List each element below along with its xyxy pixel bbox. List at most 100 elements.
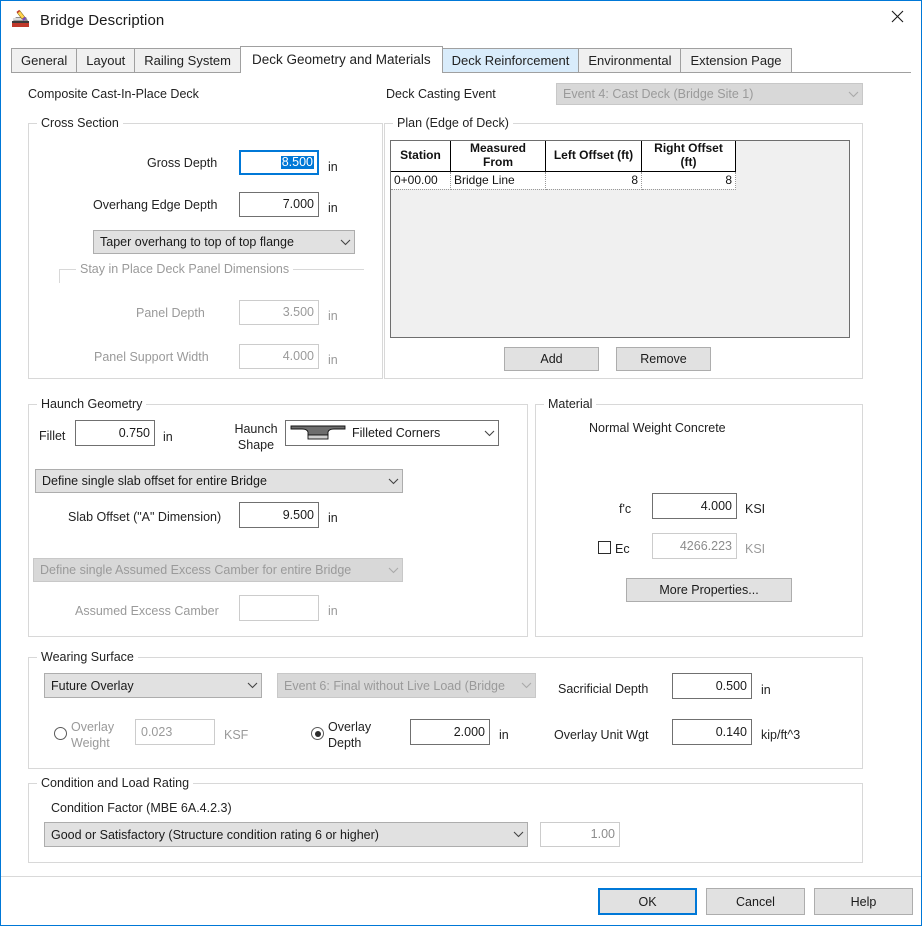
haunch-geometry-title: Haunch Geometry (37, 397, 147, 411)
sacrificial-depth-label: Sacrificial Depth (558, 682, 649, 696)
overlay-weight-radio[interactable] (54, 727, 67, 740)
tab-layout[interactable]: Layout (76, 48, 136, 72)
deck-type-label: Composite Cast-In-Place Deck (28, 87, 199, 101)
overlay-depth-input[interactable]: 2.000 (410, 719, 490, 745)
column-header-measured-from: Measured From (450, 141, 546, 172)
chevron-down-icon (844, 91, 862, 98)
cell-measured-from[interactable]: Bridge Line (450, 171, 546, 190)
fillet-input[interactable]: 0.750 (75, 420, 155, 446)
panel-depth-unit: in (328, 309, 338, 323)
overlay-weight-label-line2: Weight (71, 736, 110, 750)
taper-overhang-value: Taper overhang to top of top flange (100, 235, 294, 249)
remove-button[interactable]: Remove (616, 347, 711, 371)
cell-station[interactable]: 0+00.00 (391, 171, 451, 190)
condition-factor-label: Condition Factor (MBE 6A.4.2.3) (51, 801, 232, 815)
plan-table[interactable]: Station Measured From Left Offset (ft) R… (390, 140, 850, 338)
ec-checkbox[interactable] (598, 541, 611, 554)
remove-button-label: Remove (640, 352, 687, 366)
cell-left-offset[interactable]: 8 (545, 171, 642, 190)
overlay-unit-wgt-input[interactable]: 0.140 (672, 719, 752, 745)
add-button-label: Add (540, 352, 563, 366)
wearing-surface-title: Wearing Surface (37, 650, 138, 664)
panel-depth-value: 3.500 (282, 305, 314, 320)
cancel-button-label: Cancel (736, 894, 775, 909)
overlay-depth-label-line2: Depth (328, 736, 362, 750)
overlay-weight-label-line1: Overlay (71, 720, 115, 734)
fillet-unit: in (163, 430, 173, 444)
overlay-depth-label-line1: Overlay (328, 720, 372, 734)
overhang-edge-depth-value: 7.000 (282, 197, 314, 212)
overlay-unit-wgt-label: Overlay Unit Wgt (554, 728, 649, 742)
overlay-weight-value: 0.023 (141, 724, 173, 739)
deck-casting-event-select[interactable]: Event 4: Cast Deck (Bridge Site 1) (556, 83, 863, 105)
gross-depth-value: 8.500 (280, 155, 314, 170)
taper-overhang-select[interactable]: Taper overhang to top of top flange (93, 230, 355, 254)
help-button[interactable]: Help (814, 888, 913, 915)
condition-factor-select[interactable]: Good or Satisfactory (Structure conditio… (44, 822, 528, 847)
tab-deck-geometry-and-materials[interactable]: Deck Geometry and Materials (240, 46, 443, 73)
assumed-excess-camber-label: Assumed Excess Camber (75, 604, 219, 618)
tab-extension-page[interactable]: Extension Page (680, 48, 792, 72)
ec-value: 4266.223 (679, 538, 732, 553)
camber-mode-select: Define single Assumed Excess Camber for … (33, 558, 403, 582)
wearing-surface-type-value: Future Overlay (51, 678, 134, 693)
overlay-weight-unit: KSF (224, 728, 249, 742)
haunch-shape-value: Filleted Corners (352, 426, 441, 440)
deck-casting-event-value: Event 4: Cast Deck (Bridge Site 1) (563, 87, 754, 101)
chevron-down-icon (243, 682, 261, 689)
condition-factor-number-input: 1.00 (540, 822, 620, 847)
sacrificial-depth-input[interactable]: 0.500 (672, 673, 752, 699)
tab-deck-reinforcement[interactable]: Deck Reinforcement (441, 48, 580, 72)
more-properties-label: More Properties... (659, 583, 759, 597)
haunch-shape-select[interactable]: Filleted Corners (285, 420, 499, 446)
haunch-shape-label-line2: Shape (237, 438, 275, 452)
wearing-surface-event-select: Event 6: Final without Live Load (Bridge (277, 673, 536, 698)
fc-value: 4.000 (700, 498, 732, 513)
filleted-corners-icon (290, 425, 346, 440)
condition-factor-value: Good or Satisfactory (Structure conditio… (51, 827, 379, 842)
overlay-depth-radio[interactable] (311, 727, 324, 740)
gross-depth-unit: in (328, 160, 338, 174)
cell-right-offset[interactable]: 8 (641, 171, 736, 190)
add-button[interactable]: Add (504, 347, 599, 371)
wearing-surface-type-select[interactable]: Future Overlay (44, 673, 262, 698)
window-title: Bridge Description (40, 11, 165, 29)
cross-section-title: Cross Section (37, 116, 123, 130)
fc-label: f'c (619, 502, 632, 516)
slab-offset-value: 9.500 (282, 507, 314, 522)
close-button[interactable] (874, 1, 921, 32)
tab-general[interactable]: General (11, 48, 78, 72)
overlay-depth-value: 2.000 (453, 724, 485, 739)
panel-depth-label: Panel Depth (136, 306, 205, 320)
ec-label: Ec (615, 542, 630, 556)
fillet-label: Fillet (39, 429, 66, 443)
more-properties-button[interactable]: More Properties... (626, 578, 792, 602)
sacrificial-depth-value: 0.500 (715, 678, 747, 693)
overhang-edge-depth-label: Overhang Edge Depth (93, 198, 218, 212)
wearing-surface-event-value: Event 6: Final without Live Load (Bridge (284, 678, 505, 693)
overhang-edge-depth-input[interactable]: 7.000 (239, 192, 319, 217)
deck-casting-event-label: Deck Casting Event (386, 87, 496, 101)
camber-mode-value: Define single Assumed Excess Camber for … (40, 563, 352, 577)
overhang-edge-depth-unit: in (328, 201, 338, 215)
material-title: Material (544, 397, 597, 411)
slab-offset-input[interactable]: 9.500 (239, 502, 319, 528)
column-header-right-offset: Right Offset (ft) (641, 141, 736, 172)
column-header-station: Station (391, 141, 451, 172)
fc-input[interactable]: 4.000 (652, 493, 737, 519)
panel-support-width-input: 4.000 (239, 344, 319, 369)
cancel-button[interactable]: Cancel (706, 888, 805, 915)
ok-button[interactable]: OK (598, 888, 697, 915)
tab-environmental[interactable]: Environmental (578, 48, 682, 72)
panel-support-width-value: 4.000 (282, 349, 314, 364)
gross-depth-input[interactable]: 8.500 (239, 150, 319, 175)
assumed-excess-camber-unit: in (328, 604, 338, 618)
condition-load-rating-title: Condition and Load Rating (37, 776, 194, 790)
condition-factor-number: 1.00 (590, 827, 615, 842)
tab-railing-system[interactable]: Railing System (134, 48, 241, 72)
help-button-label: Help (850, 894, 877, 909)
table-row[interactable]: 0+00.00 Bridge Line 8 8 (391, 171, 736, 190)
chevron-down-icon (517, 682, 535, 689)
slab-offset-mode-select[interactable]: Define single slab offset for entire Bri… (35, 469, 403, 493)
ec-input: 4266.223 (652, 533, 737, 559)
